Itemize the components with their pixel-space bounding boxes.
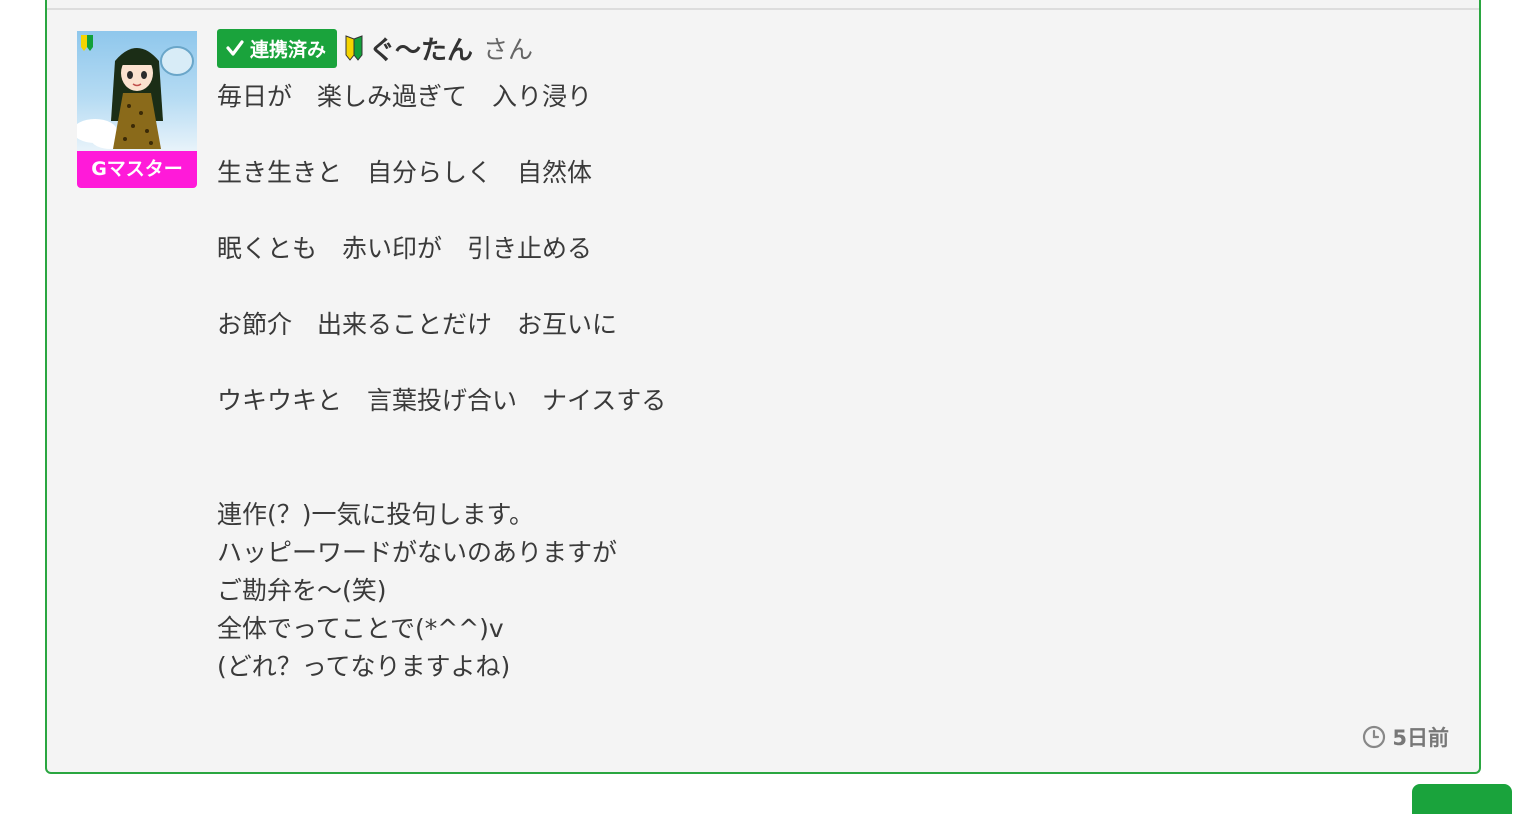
user-avatar-icon (77, 35, 194, 149)
linked-badge-label: 連携済み (250, 38, 327, 61)
timestamp-label: 5日前 (1392, 726, 1449, 750)
poem-line: ウキウキと 言葉投げ合い ナイスする (217, 386, 667, 415)
note-line: ハッピーワードがないのありますが (217, 538, 618, 567)
poem-line: 生き生きと 自分らしく 自然体 (217, 158, 593, 187)
note-line: ご勘弁を〜(笑) (217, 576, 387, 605)
username-link[interactable]: ぐ〜たん (369, 30, 473, 67)
avatar[interactable] (77, 31, 197, 151)
post-card: Gマスター 連携済み ぐ〜たん さん 毎日が 楽しみ過ぎて 入り浸り 生き生きと… (45, 0, 1481, 774)
note-line: 全体でってことで(*^^)v (217, 614, 504, 643)
post-body: 毎日が 楽しみ過ぎて 入り浸り 生き生きと 自分らしく 自然体 眠くとも 赤い印… (217, 78, 666, 686)
honorific: さん (483, 35, 534, 64)
beginner-leaf-icon (345, 35, 363, 61)
poem-line: 眠くとも 赤い印が 引き止める (217, 234, 593, 263)
note-line: (どれ？ってなりますよね) (217, 652, 511, 681)
post-header: 連携済み ぐ〜たん さん (217, 28, 533, 68)
divider (47, 8, 1479, 10)
poem-line: 毎日が 楽しみ過ぎて 入り浸り (217, 82, 593, 111)
clock-icon (1363, 725, 1386, 749)
note-block: 連作(？)一気に投句します。 ハッピーワードがないのありますが ご勘弁を〜(笑)… (217, 496, 666, 686)
poem-line: お節介 出来ることだけ お互いに (217, 310, 618, 339)
note-line: 連作(？)一気に投句します。 (217, 500, 535, 529)
rank-badge: Gマスター (77, 151, 197, 188)
linked-badge: 連携済み (217, 28, 338, 68)
check-icon (226, 40, 244, 56)
post-timestamp: 5日前 (1362, 722, 1449, 752)
partial-action-button[interactable] (1412, 784, 1512, 814)
